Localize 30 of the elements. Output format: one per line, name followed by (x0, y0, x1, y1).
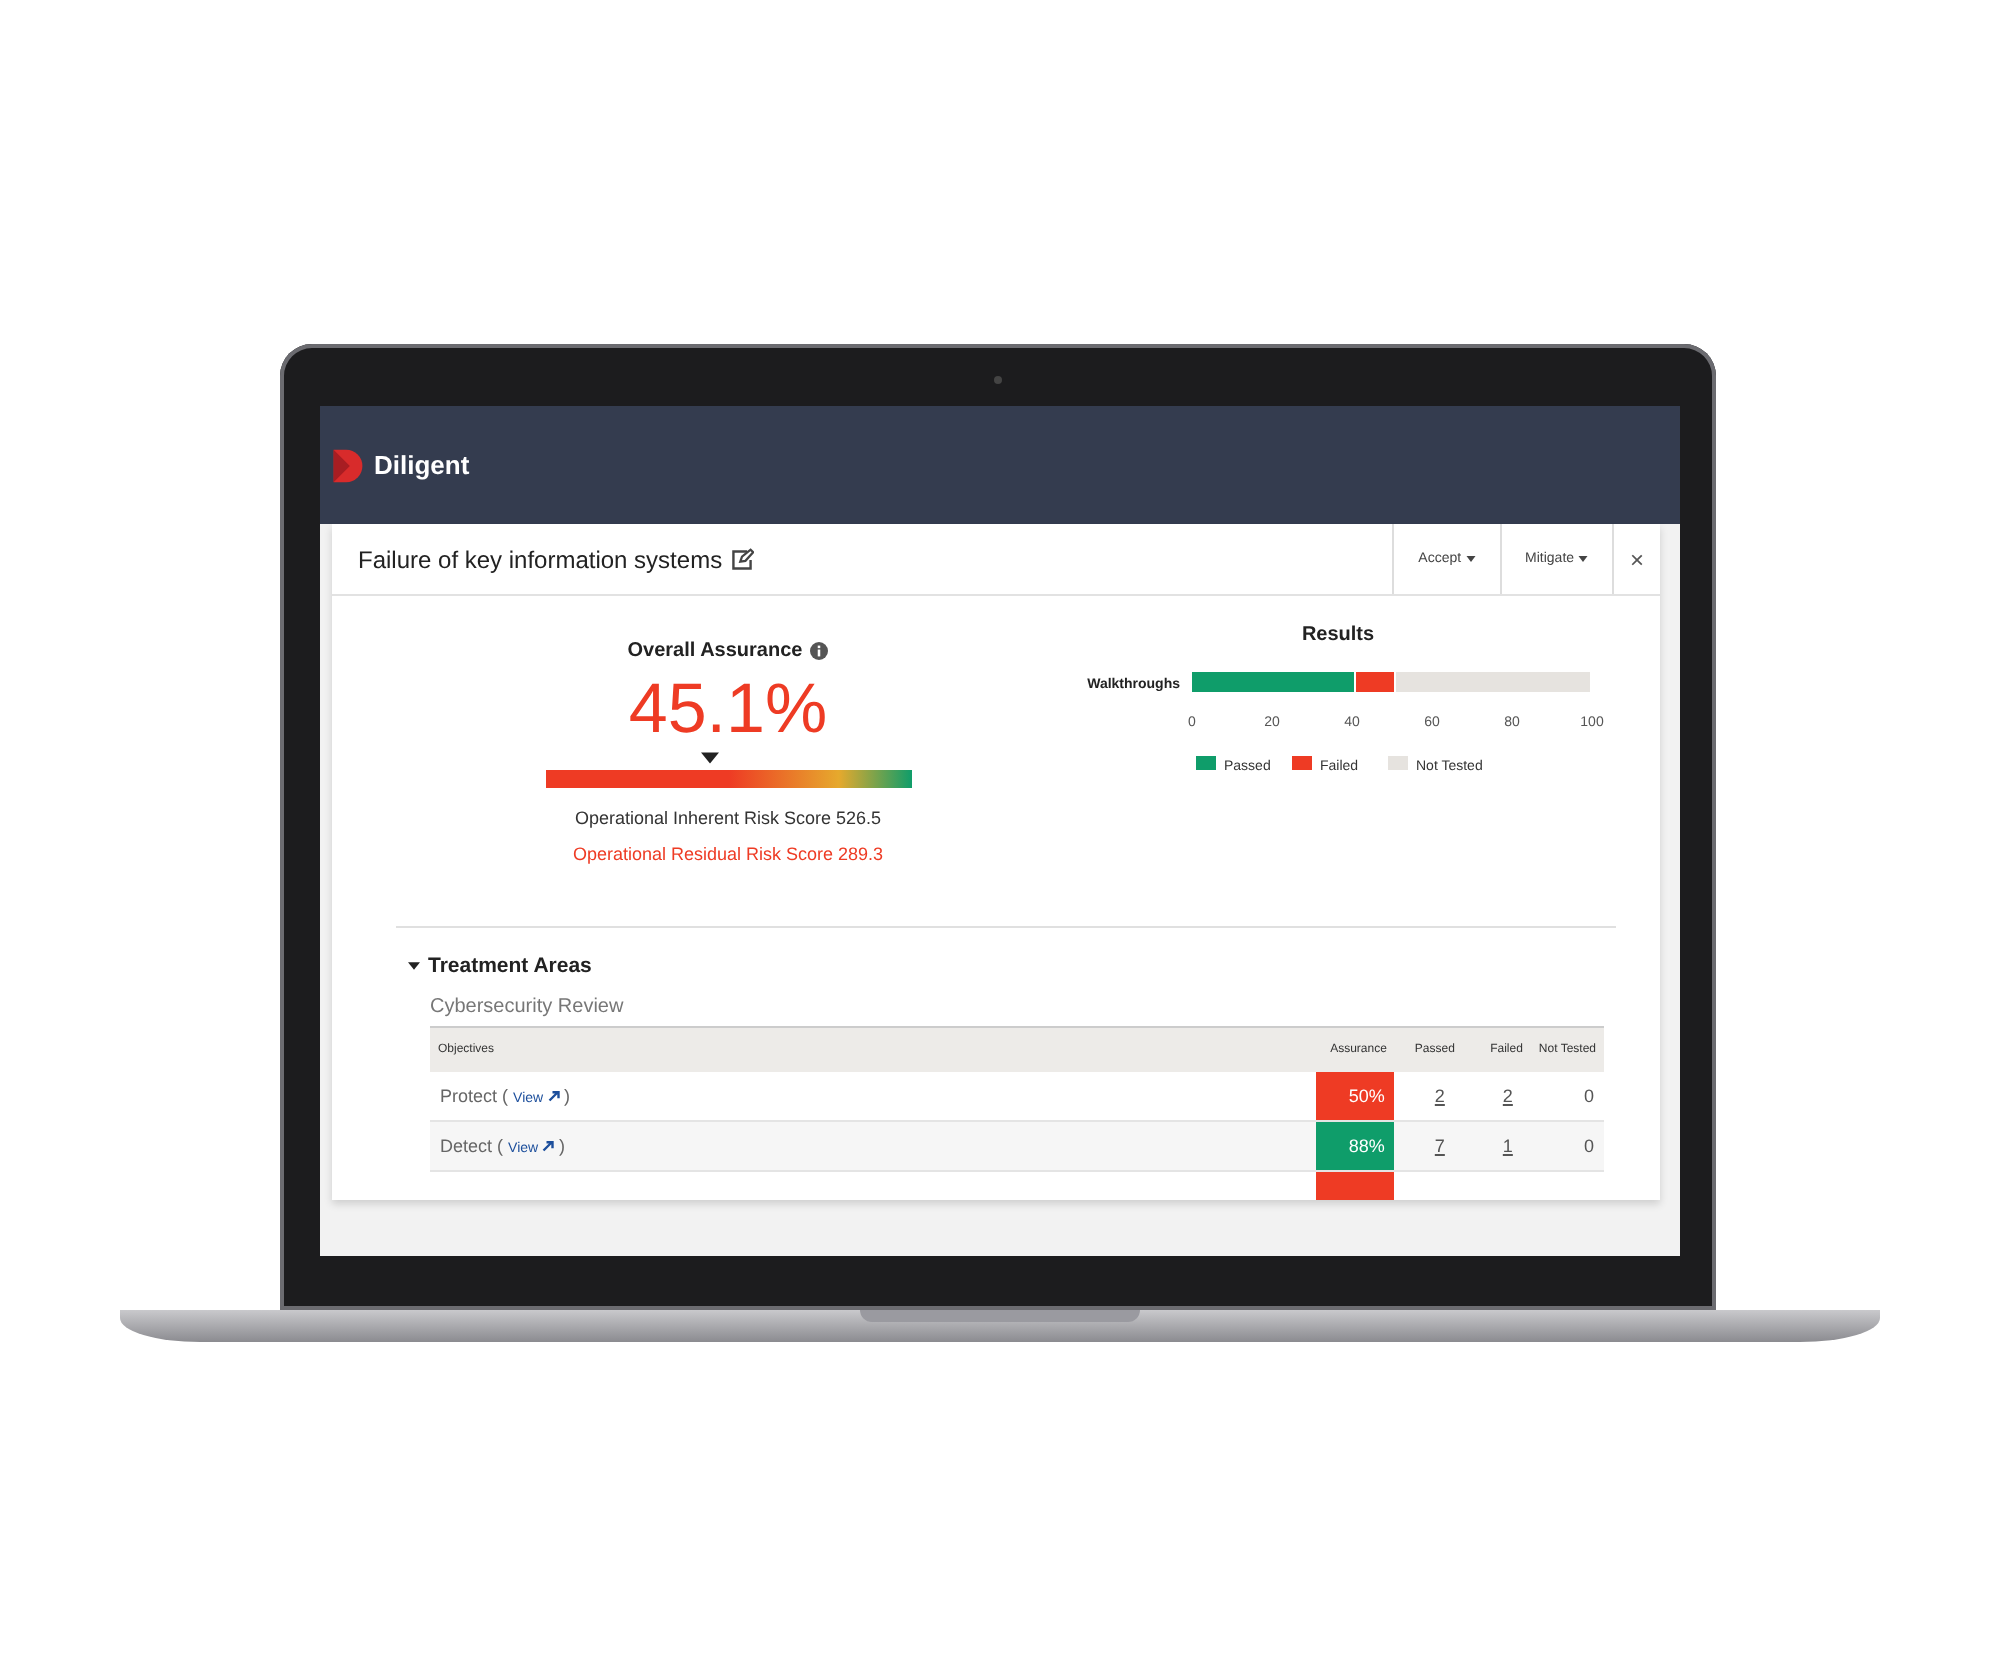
count-link[interactable]: 1 (1502, 1136, 1513, 1156)
brand-name: Diligent (374, 450, 470, 480)
chart-title: Results (1301, 624, 1375, 646)
external-link-icon (542, 1140, 555, 1152)
inherent-score: Operational Inherent Risk Score 526.5 (574, 808, 882, 828)
count-link[interactable]: 2 (1502, 1086, 1513, 1106)
caret-icon[interactable] (408, 962, 420, 970)
assurance-cell: 88% (1316, 1121, 1395, 1171)
objective-name: Detect ( (440, 1136, 504, 1156)
objective-name: Protect ( (440, 1086, 509, 1106)
logo-icon (330, 447, 366, 483)
caret-icon (1465, 555, 1476, 562)
close-button[interactable]: × (1612, 524, 1660, 594)
section-heading[interactable]: Treatment Areas (428, 954, 592, 978)
edit-icon[interactable] (730, 547, 755, 571)
assurance-value: 45.1% (628, 670, 828, 750)
panel-title: Failure of key information systems (358, 545, 723, 573)
paren-text: ) (559, 1136, 566, 1156)
count-link[interactable]: 2 (1434, 1086, 1445, 1106)
assurance-heading: Overall Assurance (627, 640, 803, 662)
assurance-cell: 50% (1316, 1072, 1395, 1121)
camera-icon (994, 376, 1002, 384)
paren-text: ) (564, 1086, 571, 1106)
review-title: Cybersecurity Review (430, 996, 626, 1018)
caret-icon (1578, 555, 1588, 562)
table-cell: 0 (1530, 1121, 1604, 1171)
residual-score: Operational Residual Risk Score 289.3 (572, 844, 884, 864)
external-link-icon (547, 1090, 560, 1102)
count-link[interactable]: 7 (1434, 1136, 1445, 1156)
info-icon[interactable] (810, 642, 829, 660)
